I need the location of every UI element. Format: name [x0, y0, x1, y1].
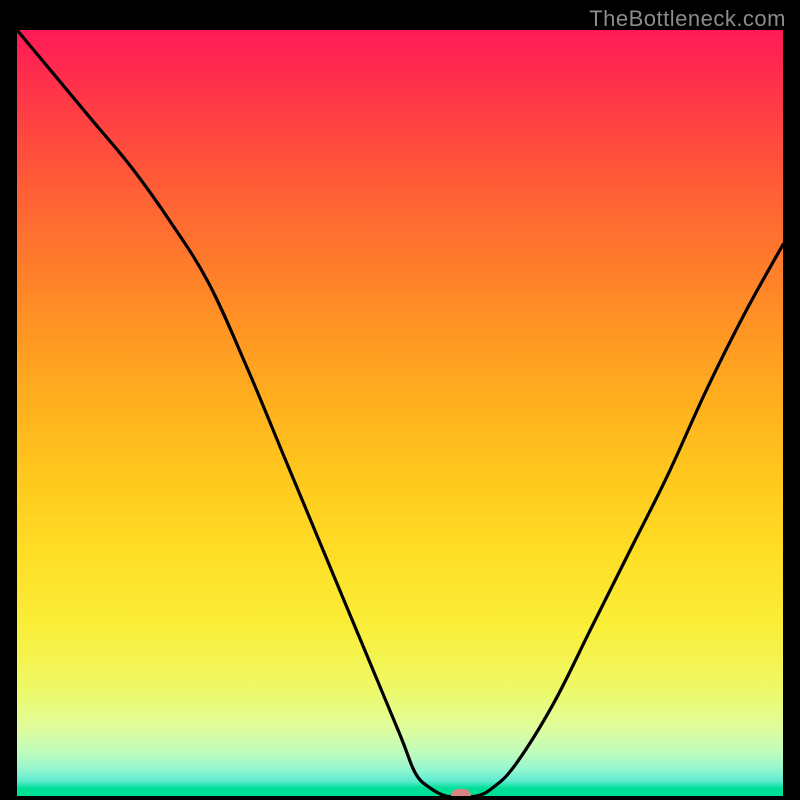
- watermark-text: TheBottleneck.com: [589, 6, 786, 32]
- optimal-point-marker: [451, 789, 471, 796]
- chart-curve: [17, 30, 783, 796]
- chart-frame: [15, 28, 785, 798]
- chart-plot-area: [17, 30, 783, 796]
- bottleneck-curve-path: [17, 30, 783, 796]
